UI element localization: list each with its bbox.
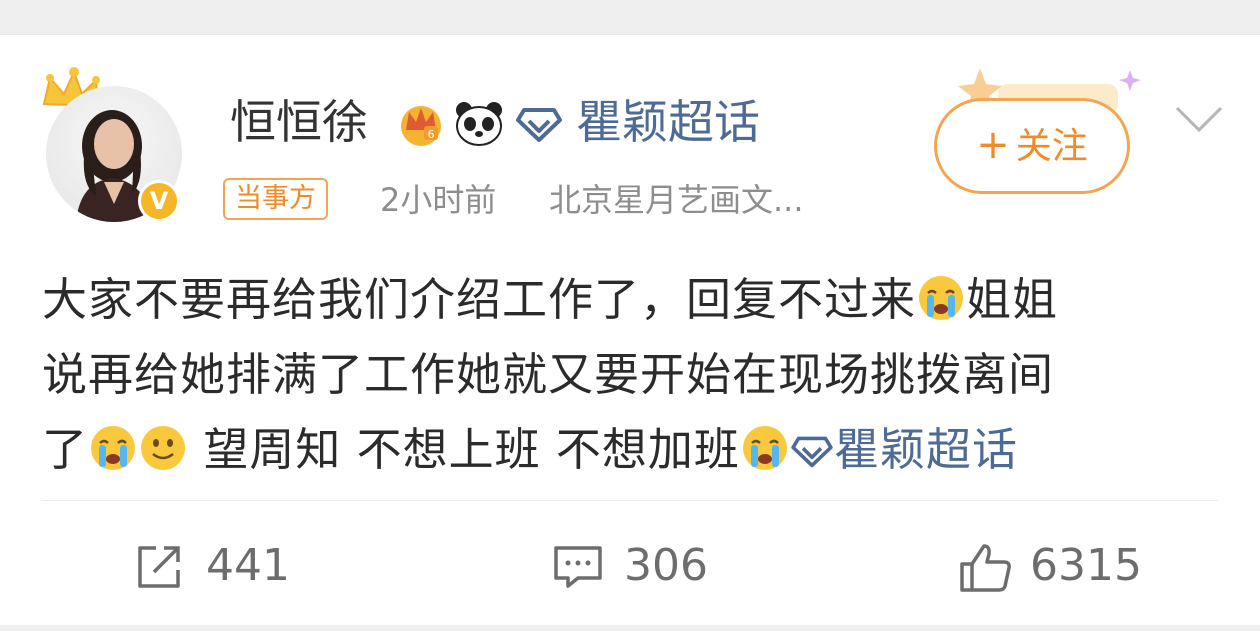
author-name[interactable]: 恒恒徐 [230, 92, 368, 152]
role-badge: 当事方 [223, 178, 328, 220]
chevron-down-icon[interactable] [1174, 104, 1224, 136]
verified-badge-icon: V [138, 180, 180, 222]
follow-button[interactable]: + 关注 [934, 98, 1130, 194]
bottom-separator [0, 625, 1260, 631]
thumbs-up-icon [960, 544, 1011, 592]
like-count: 6315 [1030, 540, 1142, 591]
post-line-3: 了 望周知 不想上班 不想加班 瞿颖超话 [42, 423, 1018, 476]
post-line-2: 说再给她排满了工作她就又要开始在现场挑拨离间 [42, 348, 1055, 401]
repost-count: 441 [206, 540, 290, 591]
svg-text:6: 6 [428, 128, 435, 141]
author-avatar-container[interactable]: V [42, 67, 182, 222]
supertopic-link[interactable]: 瞿颖超话 [576, 92, 760, 152]
comment-count: 306 [624, 540, 708, 591]
post-line-1: 大家不要再给我们介绍工作了，回复不过来 姐姐 [42, 273, 1059, 326]
smile-emoji-icon [141, 426, 186, 470]
crying-emoji-icon [919, 276, 964, 320]
follow-label: 关注 [1015, 126, 1088, 167]
diamond-icon [791, 436, 833, 468]
post-content: 大家不要再给我们介绍工作了，回复不过来 姐姐 说再给她排满了工作她就又要开始在现场… [42, 262, 1232, 487]
comment-icon [554, 546, 602, 588]
diamond-icon [516, 108, 562, 142]
plus-icon: + [976, 122, 1010, 168]
post-source[interactable]: 北京星月艺画文... [549, 180, 804, 220]
crying-emoji-icon [91, 426, 136, 470]
crown-icon[interactable]: 6 [394, 96, 448, 150]
supertopic-inline-link[interactable]: 瞿颖超话 [790, 423, 1018, 476]
crying-emoji-icon [742, 426, 787, 470]
repost-icon [138, 546, 180, 588]
panda-icon [456, 102, 502, 146]
post-time: 2小时前 [380, 181, 497, 219]
top-separator [0, 0, 1260, 35]
divider [42, 500, 1218, 501]
